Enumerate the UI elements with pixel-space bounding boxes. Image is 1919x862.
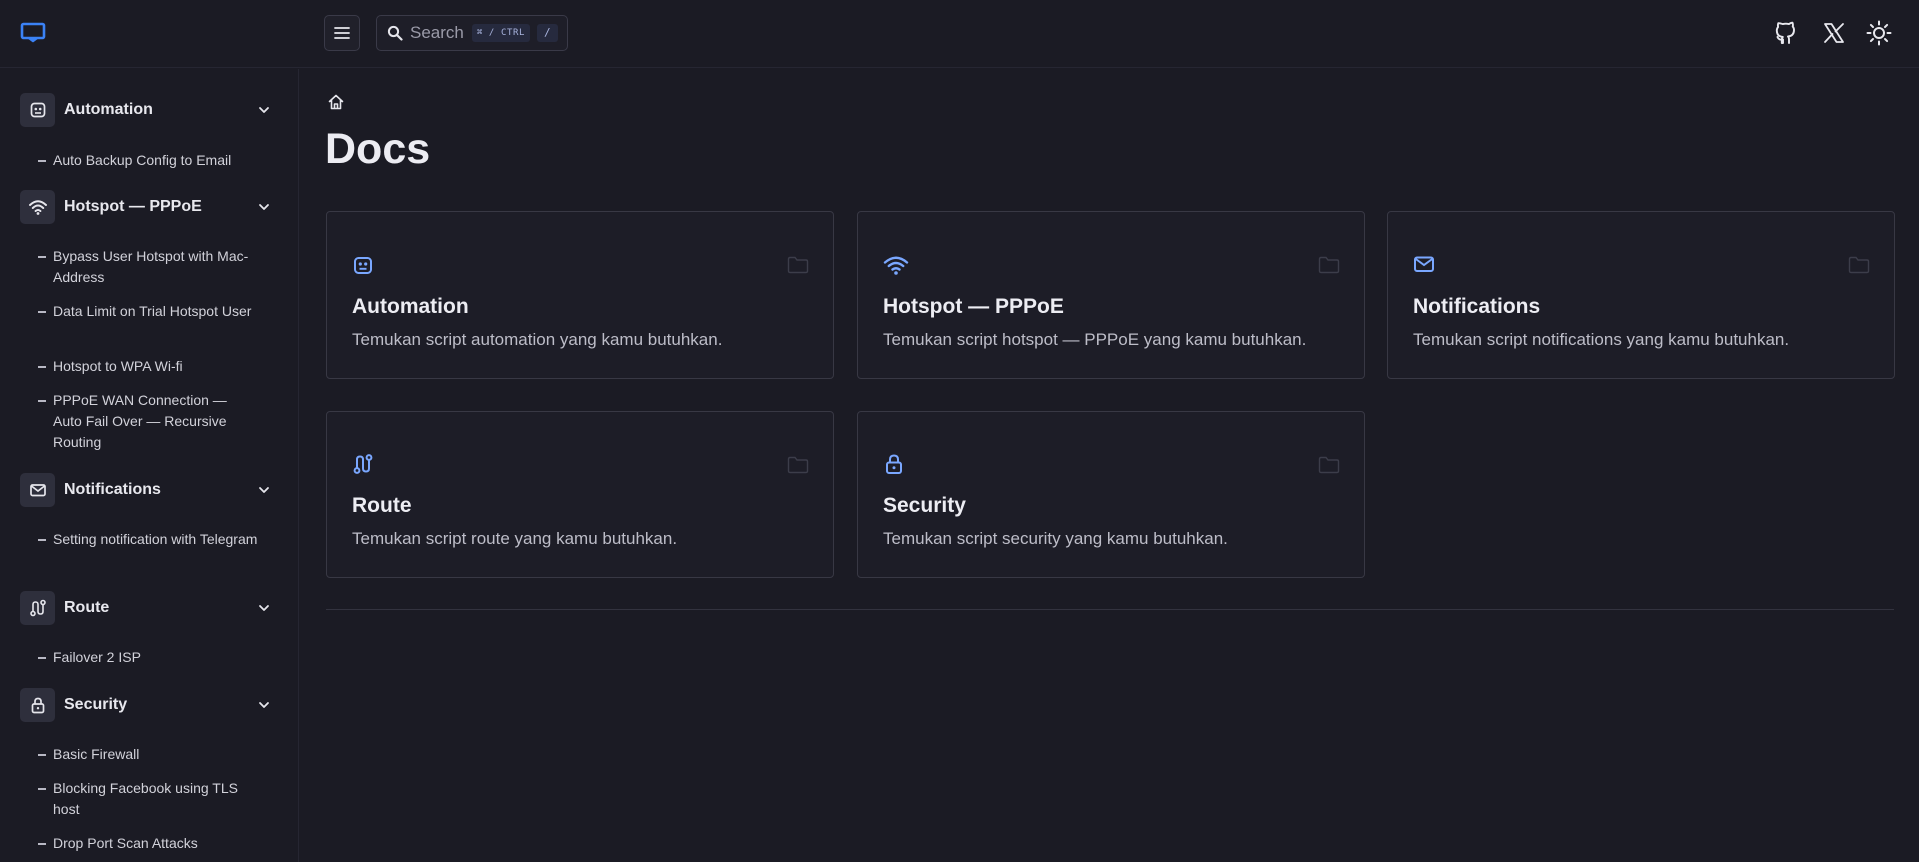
card-description: Temukan script hotspot — PPPoE yang kamu… bbox=[883, 330, 1307, 349]
mail-icon bbox=[20, 473, 55, 507]
sidebar-group-label: Security bbox=[64, 696, 128, 713]
sidebar-group-automation[interactable]: Automation bbox=[20, 93, 280, 127]
search-icon bbox=[387, 25, 403, 41]
lock-icon bbox=[20, 688, 55, 722]
github-icon[interactable] bbox=[1772, 19, 1800, 47]
route-icon bbox=[20, 591, 55, 625]
folder-icon bbox=[787, 456, 809, 474]
doc-card-route[interactable]: Route Temukan script route yang kamu but… bbox=[326, 411, 834, 578]
wifi-icon bbox=[883, 254, 909, 276]
robot-icon bbox=[20, 93, 55, 127]
robot-icon bbox=[352, 254, 374, 276]
search-shortcut-slash: / bbox=[537, 24, 558, 42]
page-title: Docs bbox=[325, 125, 431, 173]
sidebar: Automation Auto Backup Config to Email H… bbox=[0, 69, 299, 862]
home-icon[interactable] bbox=[327, 93, 345, 111]
sidebar-group-security[interactable]: Security bbox=[20, 688, 280, 722]
card-title: Notifications bbox=[1413, 295, 1541, 318]
doc-card-security[interactable]: Security Temukan script security yang ka… bbox=[857, 411, 1365, 578]
wifi-icon bbox=[20, 190, 55, 224]
top-navbar: Search ⌘ / CTRL / bbox=[0, 0, 1919, 68]
lock-icon bbox=[883, 453, 905, 475]
search-button[interactable]: Search ⌘ / CTRL / bbox=[376, 15, 568, 51]
sun-icon[interactable] bbox=[1865, 19, 1893, 47]
doc-card-notifications[interactable]: Notifications Temukan script notificatio… bbox=[1387, 211, 1895, 379]
card-description: Temukan script security yang kamu butuhk… bbox=[883, 529, 1228, 548]
sidebar-group-label: Route bbox=[64, 599, 110, 616]
card-description: Temukan script route yang kamu butuhkan. bbox=[352, 529, 678, 548]
route-icon bbox=[352, 453, 374, 475]
menu-toggle-button[interactable] bbox=[324, 15, 360, 51]
card-title: Route bbox=[352, 494, 412, 517]
chevron-down-icon[interactable] bbox=[258, 104, 270, 116]
folder-icon bbox=[1318, 456, 1340, 474]
mail-icon bbox=[1413, 254, 1435, 274]
sidebar-group-label: Hotspot — PPPoE bbox=[64, 198, 202, 215]
card-title: Security bbox=[883, 494, 966, 517]
folder-icon bbox=[1848, 256, 1870, 274]
folder-icon bbox=[787, 256, 809, 274]
book-open-icon[interactable] bbox=[20, 21, 46, 43]
sidebar-group-label: Notifications bbox=[64, 481, 161, 498]
x-twitter-icon[interactable] bbox=[1820, 19, 1848, 47]
chevron-down-icon[interactable] bbox=[258, 699, 270, 711]
sidebar-group-label: Automation bbox=[64, 101, 153, 118]
card-title: Hotspot — PPPoE bbox=[883, 295, 1064, 318]
sidebar-group-notifications[interactable]: Notifications bbox=[20, 473, 280, 507]
card-description: Temukan script notifications yang kamu b… bbox=[1413, 330, 1790, 349]
folder-icon bbox=[1318, 256, 1340, 274]
doc-card-automation[interactable]: Automation Temukan script automation yan… bbox=[326, 211, 834, 379]
card-description: Temukan script automation yang kamu butu… bbox=[352, 330, 723, 349]
chevron-down-icon[interactable] bbox=[258, 201, 270, 213]
doc-card-hotspot[interactable]: Hotspot — PPPoE Temukan script hotspot —… bbox=[857, 211, 1365, 379]
sidebar-group-route[interactable]: Route bbox=[20, 591, 280, 625]
chevron-down-icon[interactable] bbox=[258, 602, 270, 614]
search-placeholder: Search bbox=[410, 23, 464, 42]
sidebar-group-hotspot[interactable]: Hotspot — PPPoE bbox=[20, 190, 280, 224]
search-shortcut-key: ⌘ / CTRL bbox=[471, 24, 531, 42]
hamburger-menu-icon bbox=[334, 26, 350, 40]
chevron-down-icon[interactable] bbox=[258, 484, 270, 496]
card-title: Automation bbox=[352, 295, 469, 318]
content-divider bbox=[326, 609, 1894, 610]
